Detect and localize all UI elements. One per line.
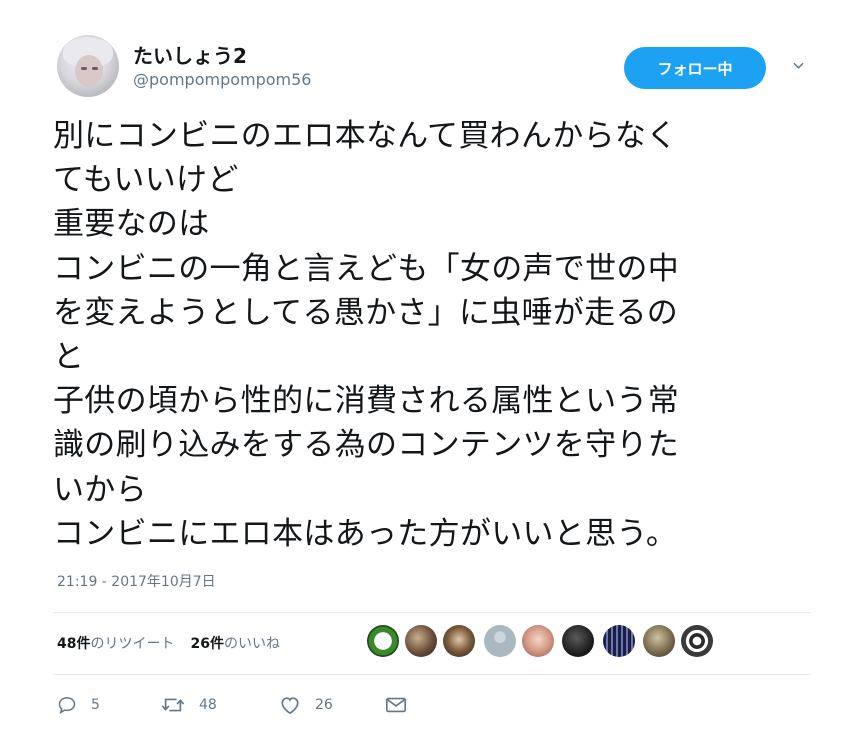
avatar[interactable] [57, 35, 119, 97]
following-button[interactable]: フォロー中 [624, 47, 766, 89]
tweet-line: いから [53, 471, 147, 508]
likes-label: のいいね [223, 636, 280, 652]
envelope-icon [386, 697, 406, 713]
chevron-down-icon[interactable] [793, 60, 804, 71]
reply-count: 5 [91, 697, 100, 713]
tweet-line: 識の刷り込みをする為のコンテンツを守りた [53, 427, 679, 464]
divider [53, 674, 811, 675]
tweet-text: 別にコンビニのエロ本なんて買わんからなく てもいいけど 重要なのは コンビニの一… [53, 114, 823, 556]
tweet-line: コンビニの一角と言えども「女の声で世の中 [53, 250, 679, 287]
retweet-count: 48 [199, 697, 217, 713]
liker-avatar[interactable] [443, 625, 475, 657]
tweet-line: コンビニにエロ本はあった方がいいと思う。 [53, 515, 678, 552]
retweets-count: 48件 [57, 636, 91, 652]
direct-message-button[interactable] [385, 688, 421, 722]
like-button[interactable]: 26 [279, 688, 333, 722]
tweet-line: 別にコンビニのエロ本なんて買わんからなく [53, 118, 678, 154]
heart-icon [281, 697, 299, 715]
reply-icon [58, 697, 76, 715]
engagement-stats: 48件のリツイート 26件のいいね [57, 633, 280, 653]
avatar-face [75, 55, 103, 87]
liker-avatar[interactable] [522, 625, 554, 657]
like-count: 26 [315, 697, 333, 713]
liker-avatar[interactable] [405, 625, 437, 657]
retweets-stat[interactable]: 48件のリツイート [57, 636, 174, 652]
likes-count: 26件 [190, 636, 224, 652]
user-handle[interactable]: @pompompompom56 [133, 70, 311, 89]
avatar-eye-left [81, 67, 87, 70]
tweet-line: 重要なのは [53, 206, 210, 243]
liker-avatar[interactable] [681, 625, 713, 657]
tweet-line: と [53, 339, 85, 376]
tweet-actions: 5 48 26 [57, 688, 457, 722]
liker-avatar[interactable] [603, 625, 635, 657]
display-name[interactable]: たいしょう2 [133, 40, 247, 69]
liker-avatar[interactable] [643, 625, 675, 657]
liker-avatar[interactable] [367, 625, 399, 657]
tweet-line: 子供の頃から性的に消費される属性という常 [53, 383, 679, 420]
retweet-icon [161, 698, 185, 712]
tweet-timestamp[interactable]: 21:19 - 2017年10月7日 [57, 571, 216, 591]
liker-avatar[interactable] [562, 625, 594, 657]
retweets-label: のリツイート [90, 636, 175, 652]
liker-avatar[interactable] [484, 625, 516, 657]
divider [53, 612, 811, 613]
tweet-line: てもいいけど [53, 162, 239, 199]
retweet-button[interactable]: 48 [161, 688, 217, 722]
tweet-line: を変えようとしてる愚かさ」に虫唾が走るの [53, 294, 679, 331]
reply-button[interactable]: 5 [57, 688, 100, 722]
avatar-eye-right [92, 67, 98, 70]
likes-stat[interactable]: 26件のいいね [190, 636, 279, 652]
